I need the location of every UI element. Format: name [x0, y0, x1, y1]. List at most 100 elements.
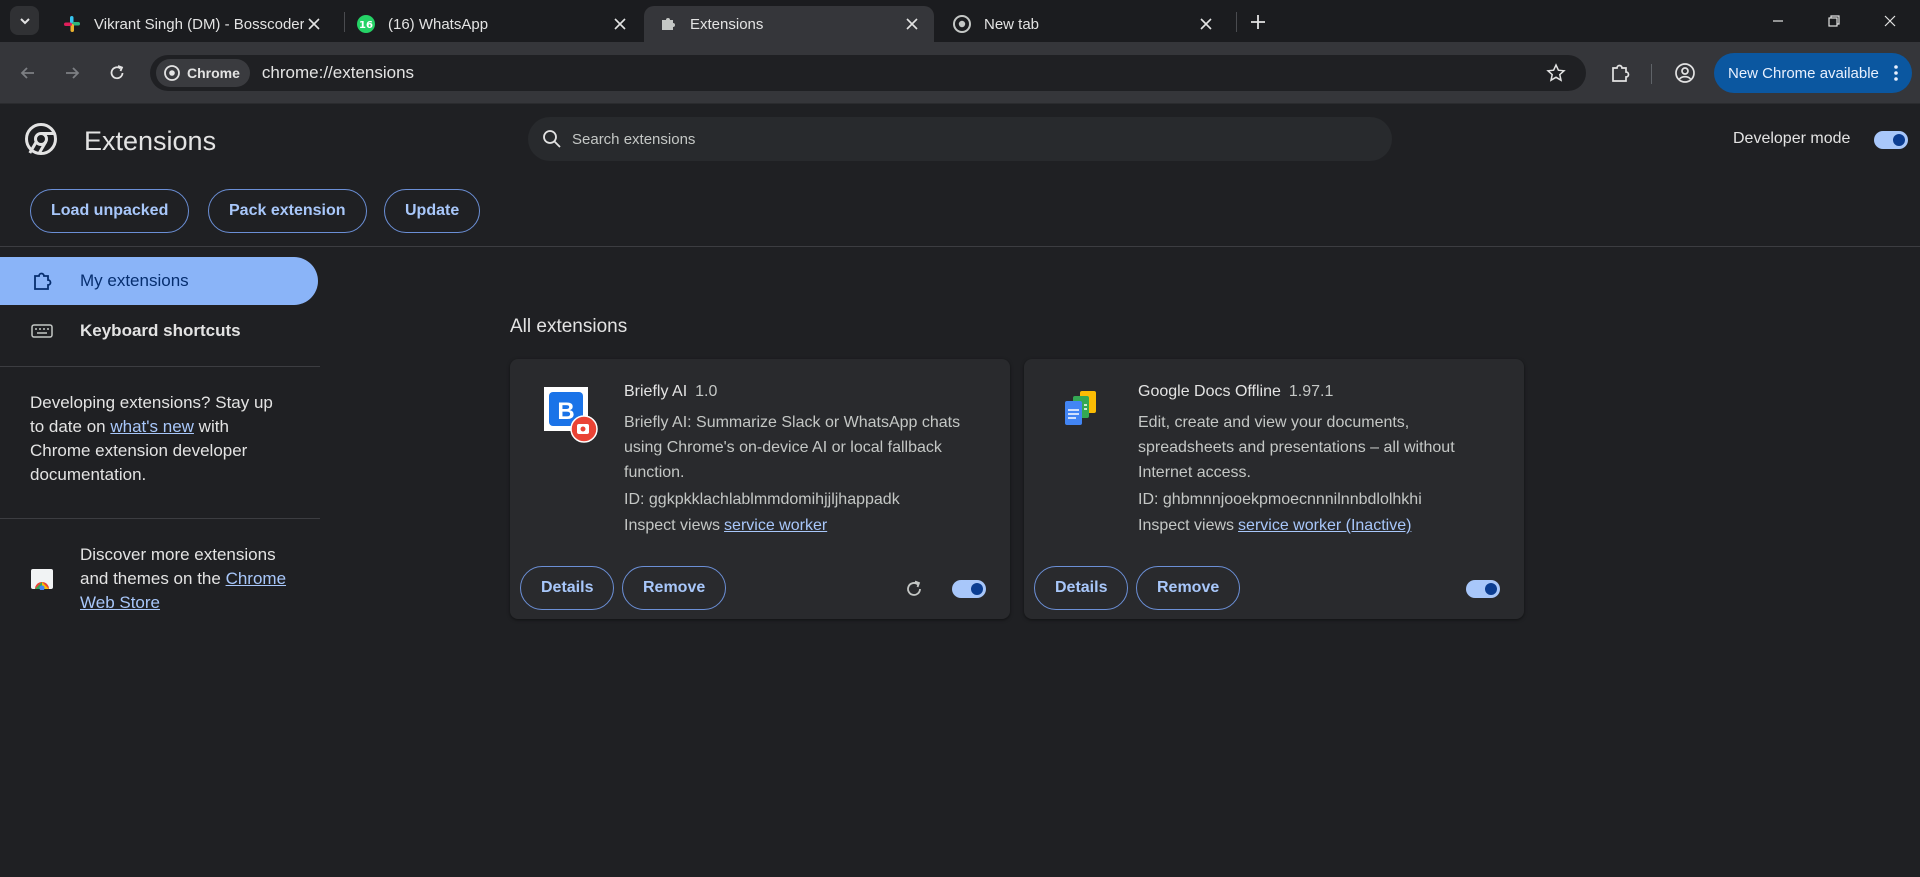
sidebar: My extensions Keyboard shortcuts Develop…: [0, 248, 320, 877]
extension-description: Briefly AI: Summarize Slack or WhatsApp …: [624, 414, 961, 481]
extension-card-briefly-ai: B Briefly AI 1.0 Briefly AI: Summarize Sl…: [510, 359, 1010, 619]
chrome-logo-icon: [25, 123, 57, 155]
section-title: All extensions: [510, 316, 628, 337]
details-button[interactable]: Details: [1034, 566, 1129, 610]
account-icon: [1675, 63, 1695, 83]
search-extensions-box[interactable]: [528, 117, 1392, 161]
developer-docs-text: Developing extensions? Stay up to date o…: [30, 391, 290, 487]
extension-name: Google Docs Offline: [1138, 383, 1281, 400]
close-icon: [1884, 15, 1896, 27]
tab-title: Extensions: [690, 15, 764, 33]
slack-icon: [62, 14, 82, 34]
whatsapp-icon: 16: [356, 14, 376, 34]
bookmark-star-icon[interactable]: [1544, 61, 1568, 85]
service-worker-link[interactable]: service worker (Inactive): [1238, 517, 1411, 534]
extension-card-google-docs-offline: Google Docs Offline 1.97.1 Edit, create a…: [1024, 359, 1524, 619]
chevron-down-icon: [19, 17, 30, 24]
update-button[interactable]: Update: [384, 189, 481, 233]
sidebar-divider: [0, 366, 320, 367]
toggle-knob: [971, 583, 983, 595]
page-title: Extensions: [84, 126, 217, 156]
site-info-chip[interactable]: Chrome: [156, 59, 250, 87]
service-worker-link[interactable]: service worker: [724, 517, 827, 534]
arrow-left-icon: [20, 67, 34, 79]
extension-name-row: Briefly AI 1.0: [624, 383, 717, 401]
inspect-views-label: Inspect views: [1138, 517, 1235, 534]
arrow-right-icon: [66, 67, 80, 79]
update-label: New Chrome available: [1728, 64, 1879, 82]
url-text[interactable]: chrome://extensions: [262, 63, 1544, 83]
chip-label: Chrome: [187, 65, 240, 81]
plus-icon: [1251, 15, 1265, 29]
remove-button[interactable]: Remove: [1136, 566, 1241, 610]
web-store-text: Discover more extensions and themes on t…: [80, 543, 300, 615]
reload-extension-button[interactable]: [902, 577, 926, 601]
sidebar-divider: [0, 518, 320, 519]
tab-title: New tab: [984, 15, 1040, 33]
back-button[interactable]: [12, 57, 44, 89]
reload-button[interactable]: [101, 57, 133, 89]
extension-name: Briefly AI: [624, 383, 688, 400]
tab-separator: [344, 12, 345, 32]
tab-title: (16) WhatsApp: [388, 15, 489, 33]
tab-separator: [1236, 12, 1237, 32]
chrome-icon: [952, 14, 972, 34]
tab-whatsapp[interactable]: 16 (16) WhatsApp: [346, 6, 642, 42]
toggle-knob: [1893, 134, 1905, 146]
remove-button[interactable]: Remove: [622, 566, 727, 610]
extensions-header: Extensions Developer mode Load unpacked …: [0, 104, 1920, 247]
sidebar-item-my-extensions[interactable]: My extensions: [0, 257, 318, 305]
developer-mode-label: Developer mode: [1733, 130, 1851, 147]
load-unpacked-button[interactable]: Load unpacked: [30, 189, 190, 233]
close-window-button[interactable]: [1862, 0, 1918, 42]
address-bar[interactable]: Chrome chrome://extensions: [150, 55, 1586, 91]
reload-icon: [907, 580, 921, 596]
minimize-button[interactable]: [1750, 0, 1806, 42]
forward-button[interactable]: [56, 57, 88, 89]
extension-enable-toggle[interactable]: [1466, 580, 1500, 598]
minimize-icon: [1773, 20, 1783, 22]
details-button[interactable]: Details: [520, 566, 615, 610]
tab-extensions[interactable]: Extensions: [644, 6, 934, 42]
sidebar-item-label: My extensions: [80, 271, 189, 290]
extension-version: 1.97.1: [1288, 383, 1334, 400]
tab-strip: Vikrant Singh (DM) - Bosscoder 16 (16) W…: [0, 0, 1920, 42]
sidebar-item-label: Keyboard shortcuts: [80, 321, 241, 340]
svg-text:16: 16: [359, 20, 373, 31]
tab-search-button[interactable]: [10, 6, 39, 35]
pack-extension-button[interactable]: Pack extension: [208, 189, 367, 233]
close-icon[interactable]: [304, 14, 324, 34]
chrome-icon: [164, 65, 180, 81]
sidebar-item-keyboard-shortcuts[interactable]: Keyboard shortcuts: [0, 307, 318, 355]
tab-title: Vikrant Singh (DM) - Bosscoder: [94, 15, 304, 33]
extensions-menu-button[interactable]: [1604, 57, 1636, 89]
chrome-web-store-icon: [31, 569, 53, 590]
close-icon[interactable]: [610, 14, 630, 34]
restore-icon: [1828, 15, 1840, 27]
new-chrome-available-button[interactable]: New Chrome available: [1714, 53, 1912, 93]
whats-new-link[interactable]: what's new: [110, 417, 194, 436]
close-icon[interactable]: [902, 14, 922, 34]
google-docs-offline-icon: [1065, 391, 1096, 425]
extension-id: ID: ghbmnnjooekpmoecnnnilnnbdlolhkhi: [1138, 491, 1422, 508]
developer-mode-toggle[interactable]: [1874, 131, 1908, 149]
puzzle-icon: [30, 269, 54, 293]
search-input[interactable]: [572, 130, 1352, 148]
tab-new-tab[interactable]: New tab: [938, 6, 1228, 42]
extension-enable-toggle[interactable]: [952, 580, 986, 598]
inspect-views-row: Inspect views service worker (Inactive): [1138, 517, 1411, 535]
profile-button[interactable]: [1669, 57, 1701, 89]
close-icon[interactable]: [1196, 14, 1216, 34]
restore-button[interactable]: [1806, 0, 1862, 42]
reload-icon: [110, 65, 124, 80]
record-badge-icon: [570, 415, 598, 443]
inspect-views-label: Inspect views: [624, 517, 721, 534]
extension-name-row: Google Docs Offline 1.97.1: [1138, 383, 1333, 401]
tab-slack[interactable]: Vikrant Singh (DM) - Bosscoder: [48, 6, 336, 42]
toolbar-divider: [1651, 64, 1652, 84]
inspect-views-row: Inspect views service worker: [624, 517, 827, 535]
puzzle-icon: [1612, 64, 1630, 82]
new-tab-button[interactable]: [1244, 8, 1272, 36]
browser-toolbar: Chrome chrome://extensions New Chrome av…: [0, 42, 1920, 104]
more-vert-icon[interactable]: [1886, 63, 1906, 83]
